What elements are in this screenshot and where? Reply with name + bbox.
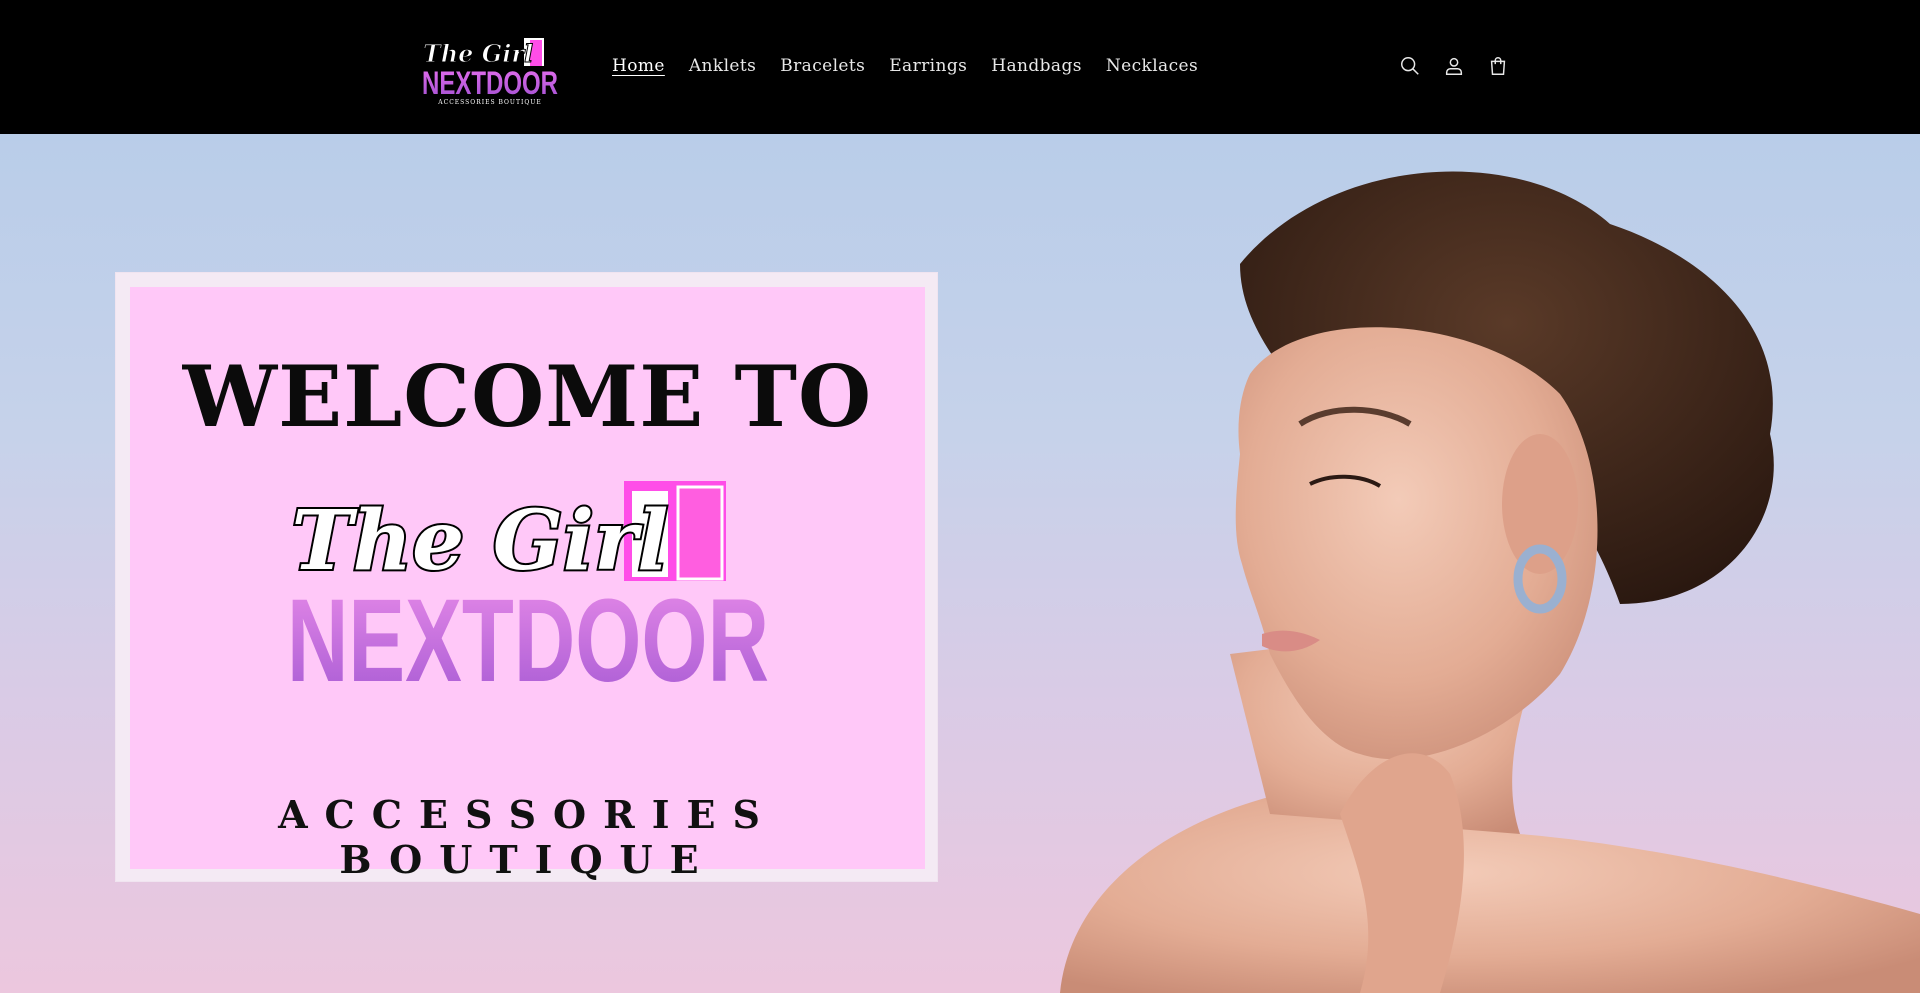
svg-text:The Girl: The Girl <box>423 39 533 68</box>
brand-logo: The Girl NEXTDOOR <box>287 481 769 687</box>
model-photo <box>1060 171 1920 993</box>
nav-necklaces[interactable]: Necklaces <box>1094 52 1210 82</box>
welcome-card-inner: WELCOME TO The Girl NEXTDOOR ACCESSORIES… <box>130 287 925 882</box>
main-nav: Home Anklets Bracelets Earrings Handbags… <box>600 52 1210 82</box>
nav-bracelets[interactable]: Bracelets <box>768 52 877 82</box>
search-button[interactable] <box>1396 50 1424 82</box>
welcome-heading: WELCOME TO <box>182 347 873 446</box>
search-icon <box>1401 57 1419 75</box>
nav-anklets[interactable]: Anklets <box>677 52 768 82</box>
cart-icon <box>1490 57 1506 75</box>
account-button[interactable] <box>1440 50 1468 82</box>
header-icons <box>1396 50 1512 82</box>
site-header: The Girl NEXTDOOR ACCESSORIES BOUTIQUE H… <box>0 0 1920 134</box>
welcome-card: WELCOME TO The Girl NEXTDOOR ACCESSORIES… <box>115 272 938 882</box>
svg-text:ACCESSORIES BOUTIQUE: ACCESSORIES BOUTIQUE <box>437 99 541 106</box>
account-icon <box>1445 57 1463 75</box>
svg-text:NEXTDOOR: NEXTDOOR <box>422 65 558 101</box>
cart-button[interactable] <box>1484 50 1512 82</box>
nav-earrings[interactable]: Earrings <box>877 52 979 82</box>
nav-home[interactable]: Home <box>600 52 677 82</box>
boutique-subtitle: ACCESSORIES BOUTIQUE <box>278 792 777 882</box>
store-logo[interactable]: The Girl NEXTDOOR ACCESSORIES BOUTIQUE <box>420 34 564 108</box>
hero-banner: WELCOME TO The Girl NEXTDOOR ACCESSORIES… <box>0 134 1920 993</box>
nav-handbags[interactable]: Handbags <box>979 52 1094 82</box>
svg-text:NEXTDOOR: NEXTDOOR <box>287 575 769 687</box>
